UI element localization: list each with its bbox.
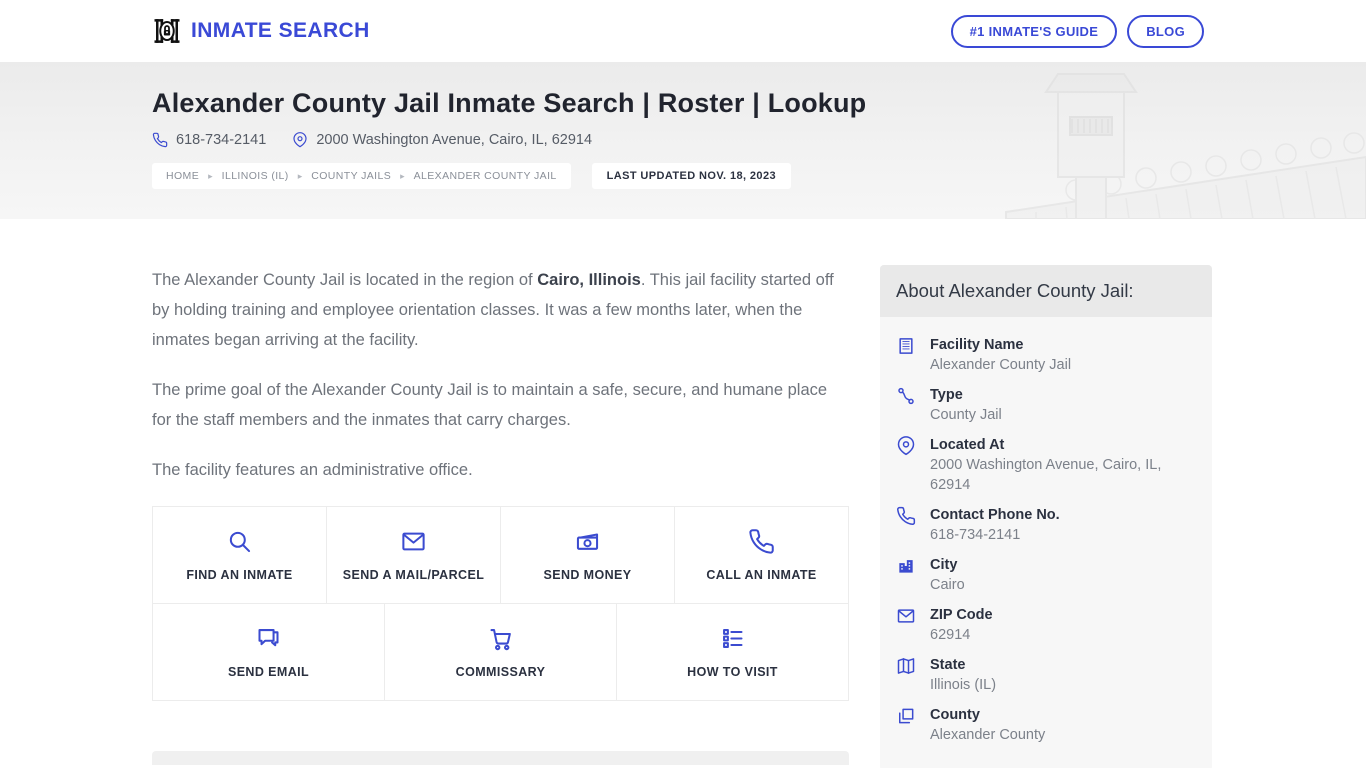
next-section-strip xyxy=(152,751,849,765)
sidebar-title: About Alexander County Jail: xyxy=(880,265,1212,317)
top-header: INMATE SEARCH #1 INMATE'S GUIDE BLOG xyxy=(0,0,1366,62)
phone-icon xyxy=(152,132,168,148)
chat-bubbles-icon xyxy=(258,629,279,647)
breadcrumb-separator: ▸ xyxy=(400,170,405,181)
breadcrumb-current: ALEXANDER COUNTY JAIL xyxy=(413,170,557,182)
bold-location: Cairo, Illinois xyxy=(537,271,641,289)
how-to-visit-button[interactable]: HOW TO VISIT xyxy=(616,604,848,700)
contact-row: 618-734-2141 2000 Washington Avenue, Cai… xyxy=(152,132,1366,148)
brand-name: INMATE SEARCH xyxy=(191,19,370,42)
services-grid: FIND AN INMATE SEND A MAIL/PARCEL SEND M… xyxy=(152,506,849,701)
located-at-item: Located At 2000 Washington Avenue, Cairo… xyxy=(896,435,1196,495)
commissary-button[interactable]: COMMISSARY xyxy=(384,604,616,700)
breadcrumb-separator: ▸ xyxy=(297,170,303,181)
map-pin-icon xyxy=(896,435,918,495)
breadcrumb-row: HOME ▸ ILLINOIS (IL) ▸ COUNTY JAILS ▸ AL… xyxy=(152,163,1366,189)
inmates-guide-button[interactable]: #1 INMATE'S GUIDE xyxy=(950,14,1118,48)
copy-icon xyxy=(896,705,918,745)
services-row-1: FIND AN INMATE SEND A MAIL/PARCEL SEND M… xyxy=(153,507,848,603)
city-item: City Cairo xyxy=(896,555,1196,595)
sidebar-body: Facility Name Alexander County Jail Type… xyxy=(880,317,1212,768)
breadcrumb-home[interactable]: HOME xyxy=(166,170,199,182)
jail-lock-icon xyxy=(152,16,182,46)
phone-number: 618-734-2141 xyxy=(176,132,267,148)
send-email-button[interactable]: SEND EMAIL xyxy=(153,604,384,700)
county-item: County Alexander County xyxy=(896,705,1196,745)
facility-name-item: Facility Name Alexander County Jail xyxy=(896,335,1196,375)
map-pin-icon xyxy=(293,132,307,148)
phone-icon xyxy=(749,529,774,554)
find-an-inmate-button[interactable]: FIND AN INMATE xyxy=(153,507,326,603)
hero-section: Alexander County Jail Inmate Search | Ro… xyxy=(0,62,1366,219)
last-updated-badge: LAST UPDATED NOV. 18, 2023 xyxy=(591,163,791,189)
article-column: The Alexander County Jail is located in … xyxy=(152,265,849,765)
breadcrumb-county-jails[interactable]: COUNTY JAILS xyxy=(311,170,391,182)
breadcrumb-state[interactable]: ILLINOIS (IL) xyxy=(222,170,289,182)
map-icon xyxy=(896,655,918,695)
page: INMATE SEARCH #1 INMATE'S GUIDE BLOG Ale… xyxy=(0,0,1366,768)
paragraph-1: The Alexander County Jail is located in … xyxy=(152,271,834,349)
phone-icon xyxy=(896,505,918,545)
paragraph-2: The prime goal of the Alexander County J… xyxy=(152,381,828,429)
brand-logo[interactable]: INMATE SEARCH xyxy=(152,16,370,46)
content-area: The Alexander County Jail is located in … xyxy=(0,219,1366,768)
city-icon xyxy=(896,555,918,595)
send-mail-parcel-button[interactable]: SEND A MAIL/PARCEL xyxy=(326,507,500,603)
header-nav: #1 INMATE'S GUIDE BLOG xyxy=(950,14,1204,48)
cart-icon xyxy=(490,629,511,651)
state-item: State Illinois (IL) xyxy=(896,655,1196,695)
paragraph-3: The facility features an administrative … xyxy=(152,461,473,479)
address-contact: 2000 Washington Avenue, Cairo, IL, 62914 xyxy=(292,132,592,148)
building-icon xyxy=(896,335,918,375)
send-money-button[interactable]: SEND MONEY xyxy=(500,507,674,603)
about-sidebar: About Alexander County Jail: Facility Na… xyxy=(880,265,1212,768)
contact-phone-item: Contact Phone No. 618-734-2141 xyxy=(896,505,1196,545)
phone-contact[interactable]: 618-734-2141 xyxy=(152,132,266,148)
zip-code-item: ZIP Code 62914 xyxy=(896,605,1196,645)
search-icon xyxy=(229,531,251,553)
breadcrumb-separator: ▸ xyxy=(208,170,213,181)
checklist-icon xyxy=(723,629,743,648)
call-an-inmate-button[interactable]: CALL AN INMATE xyxy=(674,507,848,603)
envelope-icon xyxy=(896,605,918,645)
route-icon xyxy=(896,385,918,425)
type-item: Type County Jail xyxy=(896,385,1196,425)
page-title: Alexander County Jail Inmate Search | Ro… xyxy=(152,88,867,118)
breadcrumb: HOME ▸ ILLINOIS (IL) ▸ COUNTY JAILS ▸ AL… xyxy=(152,163,571,189)
banknote-icon xyxy=(576,533,599,550)
blog-button[interactable]: BLOG xyxy=(1127,14,1204,48)
address-text: 2000 Washington Avenue, Cairo, IL, 62914 xyxy=(316,132,593,148)
mail-icon xyxy=(402,532,425,551)
services-row-2: SEND EMAIL COMMISSARY HOW TO VISIT xyxy=(153,603,848,700)
